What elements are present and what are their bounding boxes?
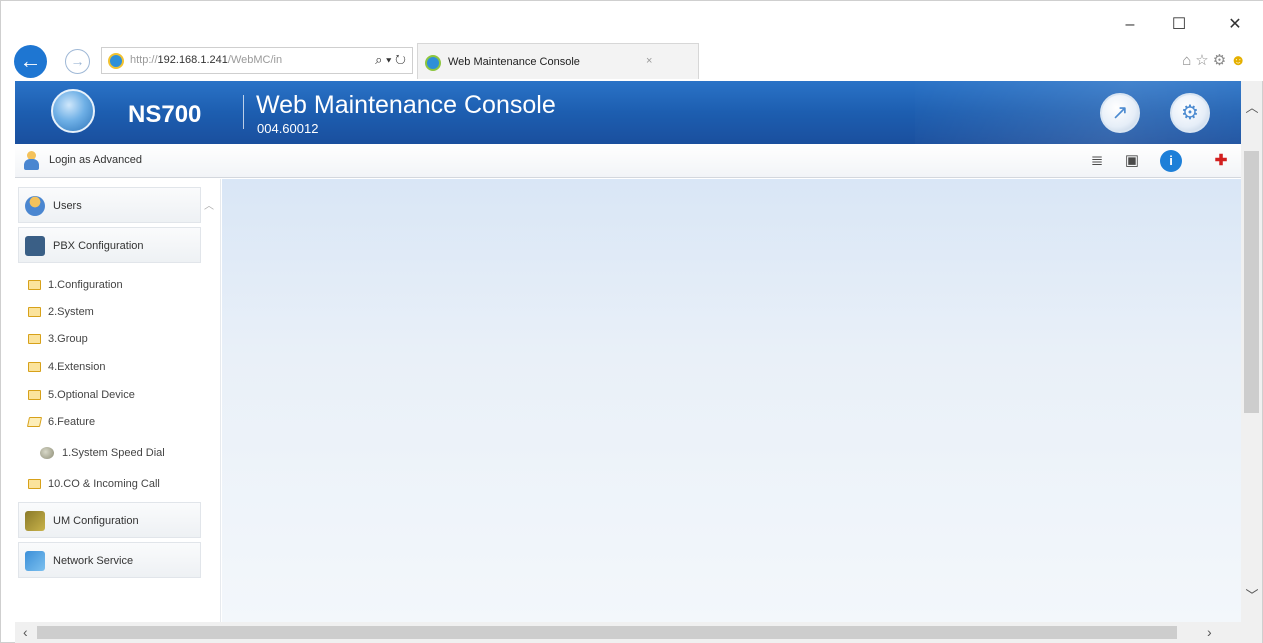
model-name: NS700	[128, 101, 202, 128]
folder-icon	[28, 362, 41, 372]
globe-logo-icon	[51, 89, 95, 133]
sidebar-section-pbx-configuration[interactable]: PBX Configuration	[18, 227, 201, 263]
user-icon	[23, 151, 39, 171]
minimize-button[interactable]: –	[1118, 15, 1142, 35]
tree-item-group[interactable]: 3.Group	[28, 329, 208, 351]
sidebar-collapse-icon[interactable]: ︿	[204, 197, 214, 212]
back-button[interactable]: ←	[14, 45, 47, 78]
browser-chrome: – ☐ ✕ ← → http://192.168.1.241/WebMC/in …	[1, 1, 1263, 81]
wrench-icon: ↗	[1111, 102, 1129, 124]
browser-window: – ☐ ✕ ← → http://192.168.1.241/WebMC/in …	[0, 0, 1263, 643]
scroll-up-icon[interactable]: ︿	[1242, 97, 1262, 117]
scroll-down-icon[interactable]: ﹀	[1242, 585, 1262, 603]
sidebar-section-network-service[interactable]: Network Service	[18, 542, 201, 578]
tree-item-label: 6.Feature	[48, 416, 96, 428]
tree-item-system[interactable]: 2.System	[28, 302, 208, 324]
folder-icon	[28, 280, 41, 290]
sidebar-section-label: Network Service	[53, 555, 134, 567]
app-title: Web Maintenance Console	[256, 91, 556, 119]
version-number: 004.60012	[257, 121, 319, 136]
tree-item-system-speed-dial[interactable]: 1.System Speed Dial	[28, 443, 208, 465]
page-icon	[40, 447, 54, 459]
folder-icon	[28, 334, 41, 344]
tab-favicon-icon	[425, 55, 441, 71]
address-url: http://192.168.1.241/WebMC/in	[130, 54, 283, 66]
tree-item-label: 3.Group	[48, 333, 88, 345]
tree-item-co-incoming-call[interactable]: 10.CO & Incoming Call	[28, 474, 208, 496]
sidebar-section-users[interactable]: Users	[18, 187, 201, 223]
tree-item-label: 2.System	[48, 306, 94, 318]
save-icon[interactable]: ▣	[1122, 151, 1142, 171]
home-icon[interactable]: ⌂	[1182, 52, 1195, 69]
vertical-scrollbar[interactable]	[1241, 81, 1262, 622]
tree-item-label: 5.Optional Device	[48, 389, 135, 401]
horizontal-scroll-thumb[interactable]	[37, 626, 1177, 639]
tree-item-extension[interactable]: 4.Extension	[28, 357, 208, 379]
login-status: Login as Advanced	[49, 154, 142, 166]
pbx-icon	[25, 236, 45, 256]
sidebar-section-label: Users	[53, 200, 82, 212]
browser-toolbar-icons: ⌂☆⚙☻	[1182, 51, 1250, 69]
sidebar-section-label: UM Configuration	[53, 515, 139, 527]
gear-icon: ⚙	[1181, 102, 1199, 124]
favorites-star-icon[interactable]: ☆	[1195, 52, 1212, 69]
settings-button[interactable]: ⚙	[1170, 93, 1210, 133]
feedback-smiley-icon[interactable]: ☻	[1230, 52, 1250, 69]
info-icon[interactable]: i	[1160, 150, 1182, 172]
tool-button[interactable]: ↗	[1100, 93, 1140, 133]
tab-title: Web Maintenance Console	[448, 56, 580, 68]
tools-gear-icon[interactable]: ⚙	[1213, 52, 1230, 69]
network-icon	[25, 551, 45, 571]
tree-item-label: 4.Extension	[48, 361, 106, 373]
users-icon	[25, 196, 45, 216]
tree-item-configuration[interactable]: 1.Configuration	[28, 275, 208, 297]
sidebar-section-label: PBX Configuration	[53, 240, 144, 252]
folder-icon	[28, 307, 41, 317]
forward-button[interactable]: →	[65, 49, 90, 74]
horizontal-scrollbar[interactable]	[15, 622, 1262, 643]
address-tools[interactable]: ⌕ ▾ ↻	[375, 52, 406, 68]
tree-item-optional-device[interactable]: 5.Optional Device	[28, 385, 208, 407]
banner-divider	[243, 95, 244, 129]
folder-icon	[28, 390, 41, 400]
tree-item-label: 1.Configuration	[48, 279, 123, 291]
tree-item-label: 10.CO & Incoming Call	[48, 478, 160, 490]
tab-close-icon[interactable]: ×	[646, 55, 652, 67]
open-folder-icon	[26, 417, 43, 427]
navigation-sidebar: Users ︿ PBX Configuration 1.Configuratio…	[15, 179, 221, 622]
list-icon[interactable]: ≣	[1087, 151, 1107, 171]
close-window-button[interactable]: ✕	[1223, 15, 1247, 35]
logout-icon[interactable]: ✚	[1211, 151, 1231, 171]
sidebar-section-um-configuration[interactable]: UM Configuration	[18, 502, 201, 538]
tree-item-feature[interactable]: 6.Feature	[26, 412, 208, 434]
tree-item-label: 1.System Speed Dial	[62, 447, 165, 459]
vertical-scroll-thumb[interactable]	[1244, 151, 1259, 413]
ie-icon	[108, 53, 124, 69]
main-content-area	[222, 179, 1241, 622]
maximize-button[interactable]: ☐	[1167, 15, 1191, 35]
um-icon	[25, 511, 45, 531]
folder-icon	[28, 479, 41, 489]
tab-web-maintenance-console[interactable]: Web Maintenance Console ×	[417, 43, 699, 79]
scroll-right-icon[interactable]: ›	[1207, 624, 1212, 640]
app-banner: NS700 Web Maintenance Console 004.60012 …	[15, 81, 1241, 144]
scroll-left-icon[interactable]: ‹	[23, 624, 28, 640]
address-bar[interactable]: http://192.168.1.241/WebMC/in ⌕ ▾ ↻	[101, 47, 413, 74]
app-toolbar: Login as Advanced ≣ ▣ i ✚	[15, 144, 1241, 178]
